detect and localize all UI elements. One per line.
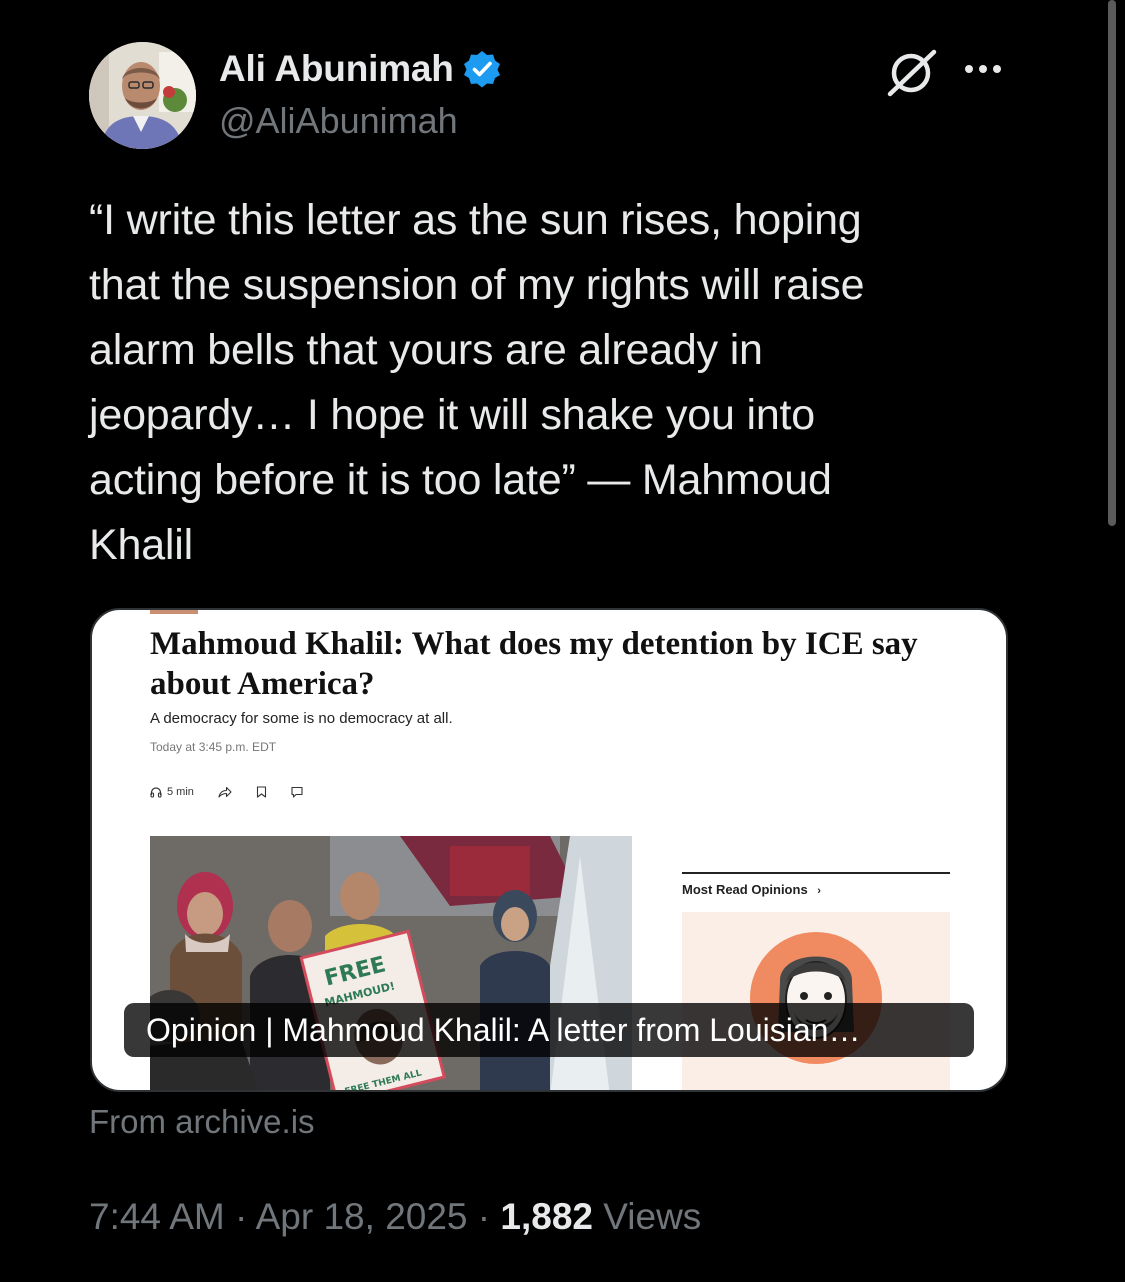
tweet-time[interactable]: 7:44 AM: [89, 1196, 225, 1237]
preview-most-read: Most Read Opinions ›: [682, 882, 821, 897]
preview-portrait-illustration: [682, 912, 950, 1090]
headphones-icon: [150, 787, 162, 798]
preview-headline: Mahmoud Khalil: What does my detention b…: [150, 626, 918, 702]
tweet-text: “I write this letter as the sun rises, h…: [89, 196, 865, 569]
views-label: Views: [603, 1196, 702, 1237]
more-options-icon[interactable]: [962, 60, 1004, 78]
bookmark-icon: [256, 786, 266, 798]
views-count: 1,882: [500, 1196, 593, 1237]
user-avatar-icon: [89, 42, 196, 149]
grok-icon[interactable]: [886, 46, 938, 98]
comment-icon: [291, 786, 303, 798]
link-card[interactable]: Mahmoud Khalil: What does my detention b…: [90, 608, 1008, 1092]
meta-separator: ·: [477, 1196, 491, 1237]
card-source[interactable]: From archive.is: [89, 1103, 315, 1141]
author-name[interactable]: Ali Abunimah: [219, 48, 454, 90]
verified-badge-icon[interactable]: [462, 49, 502, 89]
preview-listen: 5 min: [150, 786, 194, 798]
card-caption[interactable]: Opinion | Mahmoud Khalil: A letter from …: [124, 1003, 974, 1057]
tweet-date[interactable]: Apr 18, 2025: [256, 1196, 468, 1237]
preview-most-read-label: Most Read Opinions: [682, 882, 808, 897]
preview-listen-label: 5 min: [167, 786, 194, 798]
preview-subhead: A democracy for some is no democracy at …: [150, 710, 453, 727]
scrollbar[interactable]: [1108, 0, 1116, 526]
author-handle[interactable]: @AliAbunimah: [219, 100, 458, 142]
preview-toolbar: 5 min: [150, 786, 303, 798]
preview-topbar: [150, 610, 198, 614]
preview-date: Today at 3:45 p.m. EDT: [150, 740, 277, 754]
preview-rule: [682, 872, 950, 874]
share-icon: [218, 786, 232, 798]
tweet-meta: 7:44 AM · Apr 18, 2025 · 1,882 Views: [89, 1196, 701, 1238]
avatar[interactable]: [89, 42, 196, 149]
author-name-row: Ali Abunimah: [219, 44, 502, 94]
chevron-right-icon: ›: [817, 885, 821, 897]
meta-separator: ·: [235, 1196, 248, 1237]
